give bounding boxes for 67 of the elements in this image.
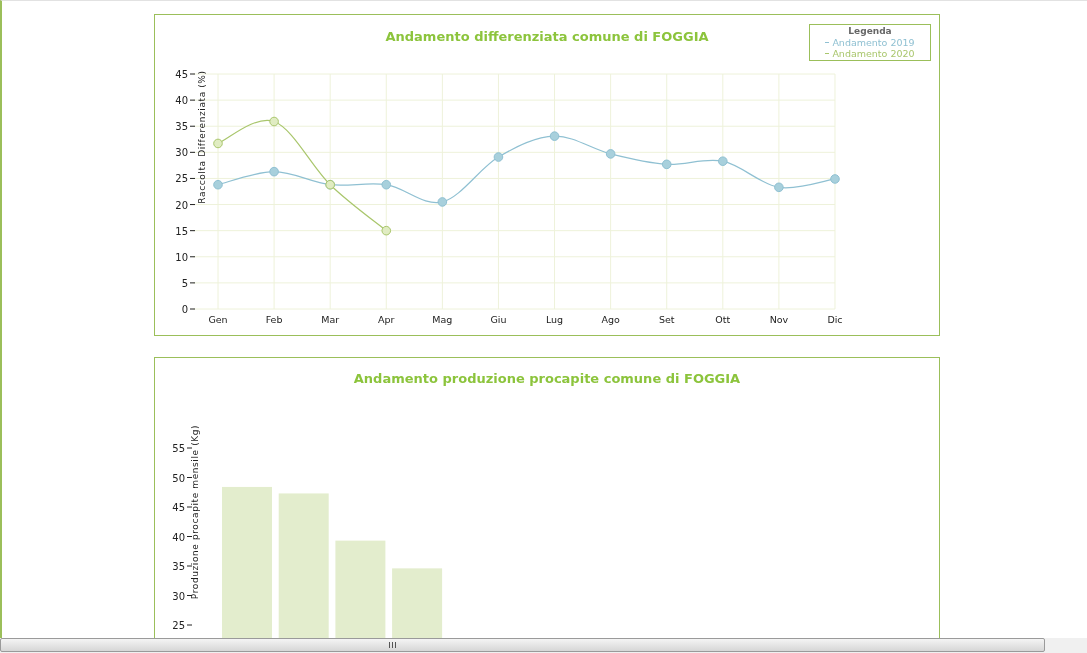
data-point — [213, 138, 223, 149]
y-tick: 0 — [181, 304, 196, 315]
data-point — [213, 179, 223, 190]
legend-title: Legenda — [848, 26, 892, 37]
x-tick-label: Feb — [265, 314, 283, 325]
data-point — [605, 149, 616, 159]
legend-item: Andamento 2019 — [832, 37, 915, 48]
x-tick-label: Ott — [715, 314, 731, 325]
x-tick-label: Ago — [601, 314, 620, 325]
y-tick-label: 5 — [181, 277, 188, 289]
y-tick: 10 — [175, 251, 196, 263]
y-tick-label: 40 — [172, 531, 185, 543]
x-tick-label: Giu — [490, 314, 507, 325]
y-axis-label: Raccolta Differenziata (%) — [197, 70, 207, 204]
y-tick: 40 — [172, 531, 193, 543]
y-tick-label: 30 — [175, 147, 188, 159]
y-tick-label: 20 — [175, 199, 188, 211]
y-tick-label: 35 — [172, 561, 185, 572]
data-point — [269, 166, 279, 177]
y-tick-label: 25 — [172, 620, 185, 631]
grip-icon — [389, 642, 396, 648]
x-tick-label: Mar — [321, 314, 340, 325]
y-tick: 30 — [175, 147, 196, 159]
y-tick-label: 30 — [172, 590, 185, 602]
y-tick-label: 45 — [175, 69, 188, 80]
y-tick: 40 — [175, 95, 196, 107]
y-tick-label: 25 — [175, 173, 188, 185]
x-tick-label: Nov — [769, 314, 789, 325]
y-tick: 5 — [181, 277, 196, 289]
y-tick: 15 — [175, 225, 196, 237]
data-point — [381, 179, 392, 190]
legend-item: Andamento 2020 — [832, 48, 915, 59]
y-tick-label: 45 — [172, 502, 185, 513]
y-tick: 25 — [175, 173, 196, 185]
data-point — [269, 116, 279, 127]
y-tick-label: 40 — [175, 95, 188, 107]
x-tick-label: Mag — [432, 314, 453, 325]
data-point — [493, 152, 504, 162]
chart-title: Andamento produzione procapite comune di FOGGIA — [353, 371, 741, 386]
y-tick-label: 55 — [172, 443, 185, 454]
chart-title: Andamento differenziata comune di FOGGIA — [385, 29, 709, 44]
y-axis-label: Produzione procapite mensile (Kg) — [190, 424, 200, 600]
y-tick-label: 50 — [172, 472, 185, 484]
y-tick-label: 15 — [175, 225, 188, 237]
data-point — [774, 182, 784, 193]
data-point — [381, 225, 392, 236]
y-tick: 45 — [175, 69, 196, 80]
y-tick: 20 — [175, 199, 196, 211]
data-point — [830, 174, 840, 184]
data-point — [437, 197, 448, 207]
y-tick: 35 — [172, 561, 193, 572]
data-point — [549, 131, 560, 141]
y-tick-label: 35 — [175, 121, 188, 133]
y-tick: 45 — [172, 502, 193, 513]
y-tick-label: 10 — [175, 251, 188, 263]
x-tick-label: Gen — [208, 314, 228, 325]
bar — [392, 568, 443, 638]
data-point — [661, 159, 672, 170]
x-tick-label: Lug — [545, 314, 564, 325]
x-tick-label: Apr — [378, 314, 395, 325]
x-tick-label: Dic — [827, 314, 843, 325]
y-tick: 25 — [172, 620, 193, 631]
x-tick-label: Set — [658, 314, 675, 325]
y-tick: 35 — [175, 121, 196, 133]
data-point — [718, 156, 728, 166]
y-tick-label: 0 — [181, 304, 188, 315]
y-tick: 50 — [172, 472, 193, 484]
